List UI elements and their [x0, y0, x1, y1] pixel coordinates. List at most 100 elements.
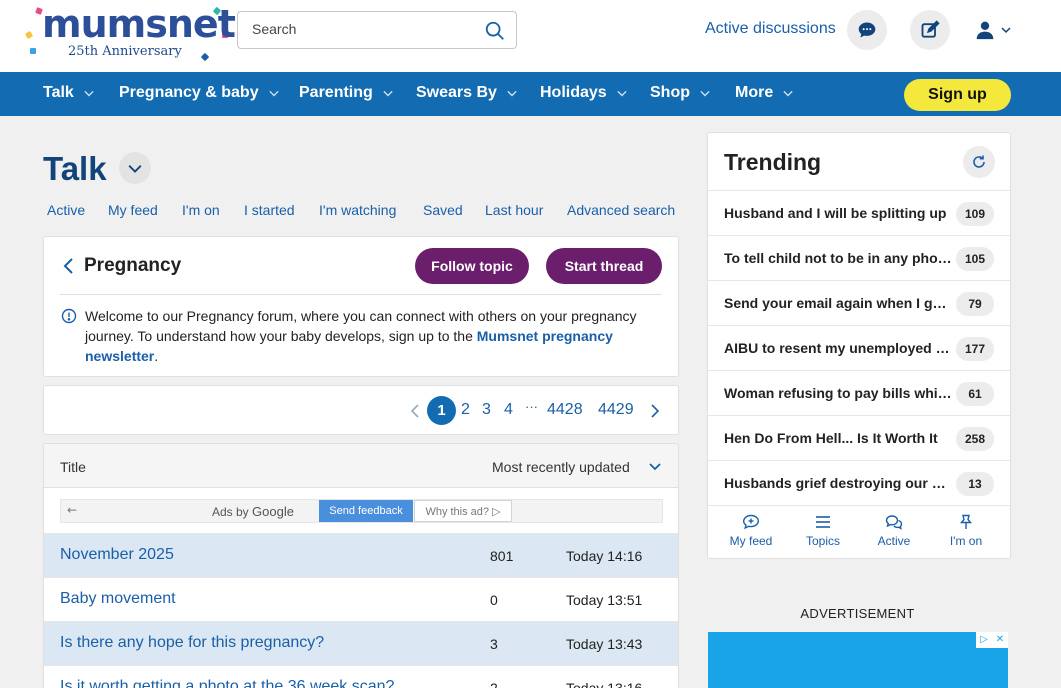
- subnav-im-on[interactable]: I'm on: [182, 202, 220, 218]
- thread-reply-count: 0: [490, 592, 498, 608]
- trending-item-title[interactable]: AIBU to resent my unemployed partner: [724, 340, 952, 356]
- page-link[interactable]: 4429: [598, 401, 634, 419]
- thread-title[interactable]: Baby movement: [60, 590, 176, 608]
- mumsnet-logo[interactable]: mumsnet 25th Anniversary: [22, 2, 236, 64]
- subnav-last-hour[interactable]: Last hour: [485, 202, 543, 218]
- subnav-im-watching[interactable]: I'm watching: [319, 202, 396, 218]
- thread-title[interactable]: November 2025: [60, 546, 174, 564]
- thread-reply-count: 2: [490, 680, 498, 688]
- trending-item[interactable]: Hen Do From Hell... Is It Worth It 258: [708, 415, 1010, 460]
- edit-icon: [921, 20, 940, 38]
- why-this-ad-button[interactable]: Why this ad? ▷: [414, 500, 512, 522]
- search-input[interactable]: [252, 21, 472, 37]
- adchoices-icon[interactable]: ▷: [976, 632, 992, 648]
- table-header: Title Most recently updated: [44, 444, 678, 488]
- column-title-header: Title: [60, 459, 86, 475]
- subnav-saved[interactable]: Saved: [423, 202, 463, 218]
- chevron-down-icon: [700, 90, 710, 97]
- trending-count-badge: 61: [956, 382, 994, 406]
- trending-item-title[interactable]: Husband and I will be splitting up: [724, 205, 952, 221]
- trending-item[interactable]: To tell child not to be in any photos 105: [708, 235, 1010, 280]
- thread-updated: Today 13:16: [566, 680, 643, 688]
- chat-bubbles-icon: [885, 515, 903, 530]
- arrow-left-icon[interactable]: ←: [67, 503, 77, 517]
- page-link[interactable]: 3: [482, 401, 491, 419]
- thread-title[interactable]: Is there any hope for this pregnancy?: [60, 634, 324, 652]
- table-row[interactable]: Is there any hope for this pregnancy? 3 …: [44, 621, 678, 665]
- page-link[interactable]: 2: [461, 401, 470, 419]
- nav-item-swears-by[interactable]: Swears By: [416, 84, 517, 102]
- new-post-button[interactable]: [910, 10, 950, 50]
- chat-button[interactable]: [847, 10, 887, 50]
- user-menu-button[interactable]: [975, 18, 1015, 42]
- trending-item[interactable]: Husband and I will be splitting up 109: [708, 190, 1010, 235]
- trending-item[interactable]: Woman refusing to pay bills while living…: [708, 370, 1010, 415]
- chevron-left-icon[interactable]: [62, 257, 76, 275]
- chevron-right-icon[interactable]: [650, 403, 660, 419]
- trending-item-title[interactable]: Woman refusing to pay bills while living…: [724, 385, 952, 401]
- nav-label: Talk: [43, 84, 74, 101]
- subnav-i-started[interactable]: I started: [244, 202, 295, 218]
- active-discussions-link[interactable]: Active discussions: [705, 20, 836, 38]
- page-link[interactable]: 4: [504, 401, 513, 419]
- chevron-down-icon: [268, 90, 279, 97]
- subnav-active[interactable]: Active: [47, 202, 85, 218]
- chevron-down-icon: [128, 165, 142, 173]
- nav-item-shop[interactable]: Shop: [650, 84, 710, 102]
- trending-item[interactable]: Husbands grief destroying our marriage13: [708, 460, 1010, 505]
- trending-panel: Trending Husband and I will be splitting…: [707, 132, 1011, 559]
- chevron-left-icon[interactable]: [410, 403, 420, 419]
- advertisement-label: ADVERTISEMENT: [800, 606, 915, 621]
- chevron-down-icon[interactable]: [648, 461, 662, 473]
- start-thread-button[interactable]: Start thread: [546, 248, 662, 284]
- refresh-button[interactable]: [963, 146, 995, 178]
- welcome-end: .: [154, 348, 159, 364]
- footer-im-on[interactable]: I'm on: [931, 514, 1001, 548]
- subnav-my-feed[interactable]: My feed: [108, 202, 158, 218]
- trending-item-title[interactable]: Hen Do From Hell... Is It Worth It: [724, 430, 952, 446]
- thread-reply-count: 3: [490, 636, 498, 652]
- nav-item-parenting[interactable]: Parenting: [299, 84, 393, 102]
- nav-item-more[interactable]: More: [735, 84, 793, 102]
- page-link[interactable]: 4428: [547, 401, 583, 419]
- threads-table: Title Most recently updated ← Ads by Goo…: [43, 443, 679, 688]
- subnav-advanced-search[interactable]: Advanced search: [567, 202, 675, 218]
- page-current[interactable]: 1: [427, 396, 456, 425]
- advertisement-banner[interactable]: ▷ ✕: [708, 632, 1008, 688]
- table-row[interactable]: Is it worth getting a photo at the 36 we…: [44, 665, 678, 688]
- table-row[interactable]: November 2025 801 Today 14:16: [44, 533, 678, 577]
- footer-label: Topics: [805, 534, 840, 548]
- talk-dropdown-button[interactable]: [119, 152, 151, 184]
- topic-welcome-text: Welcome to our Pregnancy forum, where yo…: [85, 306, 665, 366]
- sort-select[interactable]: Most recently updated: [492, 459, 630, 475]
- trending-count-badge: 105: [956, 247, 994, 271]
- google-ads-bar: ← Ads by Google Send feedback Why this a…: [60, 499, 663, 523]
- ads-by-label: Ads by: [212, 505, 249, 519]
- search-icon[interactable]: [484, 20, 506, 42]
- follow-topic-button[interactable]: Follow topic: [415, 248, 529, 284]
- close-icon[interactable]: ✕: [992, 632, 1008, 648]
- footer-my-feed[interactable]: My feed: [716, 514, 786, 548]
- nav-item-pregnancy-baby[interactable]: Pregnancy & baby: [119, 84, 279, 102]
- nav-item-talk[interactable]: Talk: [43, 84, 94, 102]
- send-feedback-button[interactable]: Send feedback: [319, 500, 413, 522]
- pin-icon: [960, 514, 972, 529]
- search-box[interactable]: [237, 11, 517, 49]
- trending-item-title[interactable]: To tell child not to be in any photos: [724, 250, 952, 266]
- trending-item-title[interactable]: Send your email again when I get home: [724, 295, 952, 311]
- chevron-down-icon: [783, 90, 793, 97]
- signup-button[interactable]: Sign up: [904, 79, 1011, 111]
- footer-label: Active: [877, 534, 911, 548]
- footer-topics[interactable]: Topics: [788, 514, 858, 548]
- nav-label: Shop: [650, 84, 690, 101]
- trending-item-title[interactable]: Husbands grief destroying our marriage: [724, 475, 952, 491]
- trending-item[interactable]: AIBU to resent my unemployed partner177: [708, 325, 1010, 370]
- table-row[interactable]: Baby movement 0 Today 13:51: [44, 577, 678, 621]
- trending-item[interactable]: Send your email again when I get home79: [708, 280, 1010, 325]
- nav-item-holidays[interactable]: Holidays: [540, 84, 627, 102]
- footer-active[interactable]: Active: [859, 514, 929, 548]
- confetti-decoration: [30, 48, 36, 54]
- thread-title[interactable]: Is it worth getting a photo at the 36 we…: [60, 678, 394, 688]
- trending-count-badge: 177: [956, 337, 994, 361]
- ad-choices[interactable]: ▷ ✕: [976, 632, 1008, 648]
